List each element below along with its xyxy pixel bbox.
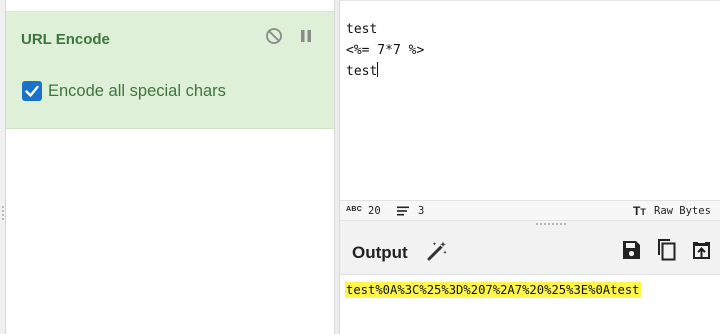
disable-icon[interactable]	[265, 27, 283, 45]
abc-length-icon: ABC	[346, 206, 363, 213]
input-status-bar: ABC 20 3 TT Raw Bytes	[340, 200, 720, 221]
grip-dots	[536, 223, 568, 225]
replace-input-icon[interactable]	[691, 240, 712, 261]
recipe-top-strip	[6, 0, 334, 12]
input-textarea[interactable]: test <%= 7*7 %> test	[346, 19, 424, 82]
operation-title: URL Encode	[21, 31, 110, 48]
output-title: Output	[352, 243, 408, 262]
encode-all-checkbox[interactable]	[22, 81, 42, 101]
input-line: <%= 7*7 %>	[346, 43, 425, 58]
url-encode-operation: URL Encode Encode all special chars	[6, 12, 334, 129]
copy-icon[interactable]	[655, 238, 677, 262]
raw-bytes-toggle[interactable]: Raw Bytes	[654, 205, 711, 217]
input-length: 20	[368, 205, 381, 217]
recipe-pane: URL Encode Encode all special chars	[6, 0, 334, 334]
magic-wand-icon[interactable]	[426, 240, 448, 262]
encode-all-label[interactable]: Encode all special chars	[48, 82, 226, 101]
save-icon[interactable]	[621, 240, 641, 260]
input-pane[interactable]: test <%= 7*7 %> test	[340, 0, 720, 200]
input-line: test	[346, 22, 378, 37]
text-size-icon: TT	[633, 204, 646, 218]
input-line: test	[346, 64, 378, 79]
text-cursor	[377, 62, 379, 77]
checkmark-icon	[25, 85, 39, 97]
output-header: Output	[340, 227, 720, 275]
input-lines-count: 3	[418, 205, 425, 217]
output-text[interactable]: test%0A%3C%25%3D%207%2A7%20%25%3E%0Atest	[345, 282, 641, 298]
pause-icon[interactable]	[297, 27, 315, 45]
output-pane[interactable]: test%0A%3C%25%3D%207%2A7%20%25%3E%0Atest	[340, 275, 720, 334]
vertical-resize-grip[interactable]	[2, 206, 4, 220]
lines-icon	[397, 206, 409, 216]
